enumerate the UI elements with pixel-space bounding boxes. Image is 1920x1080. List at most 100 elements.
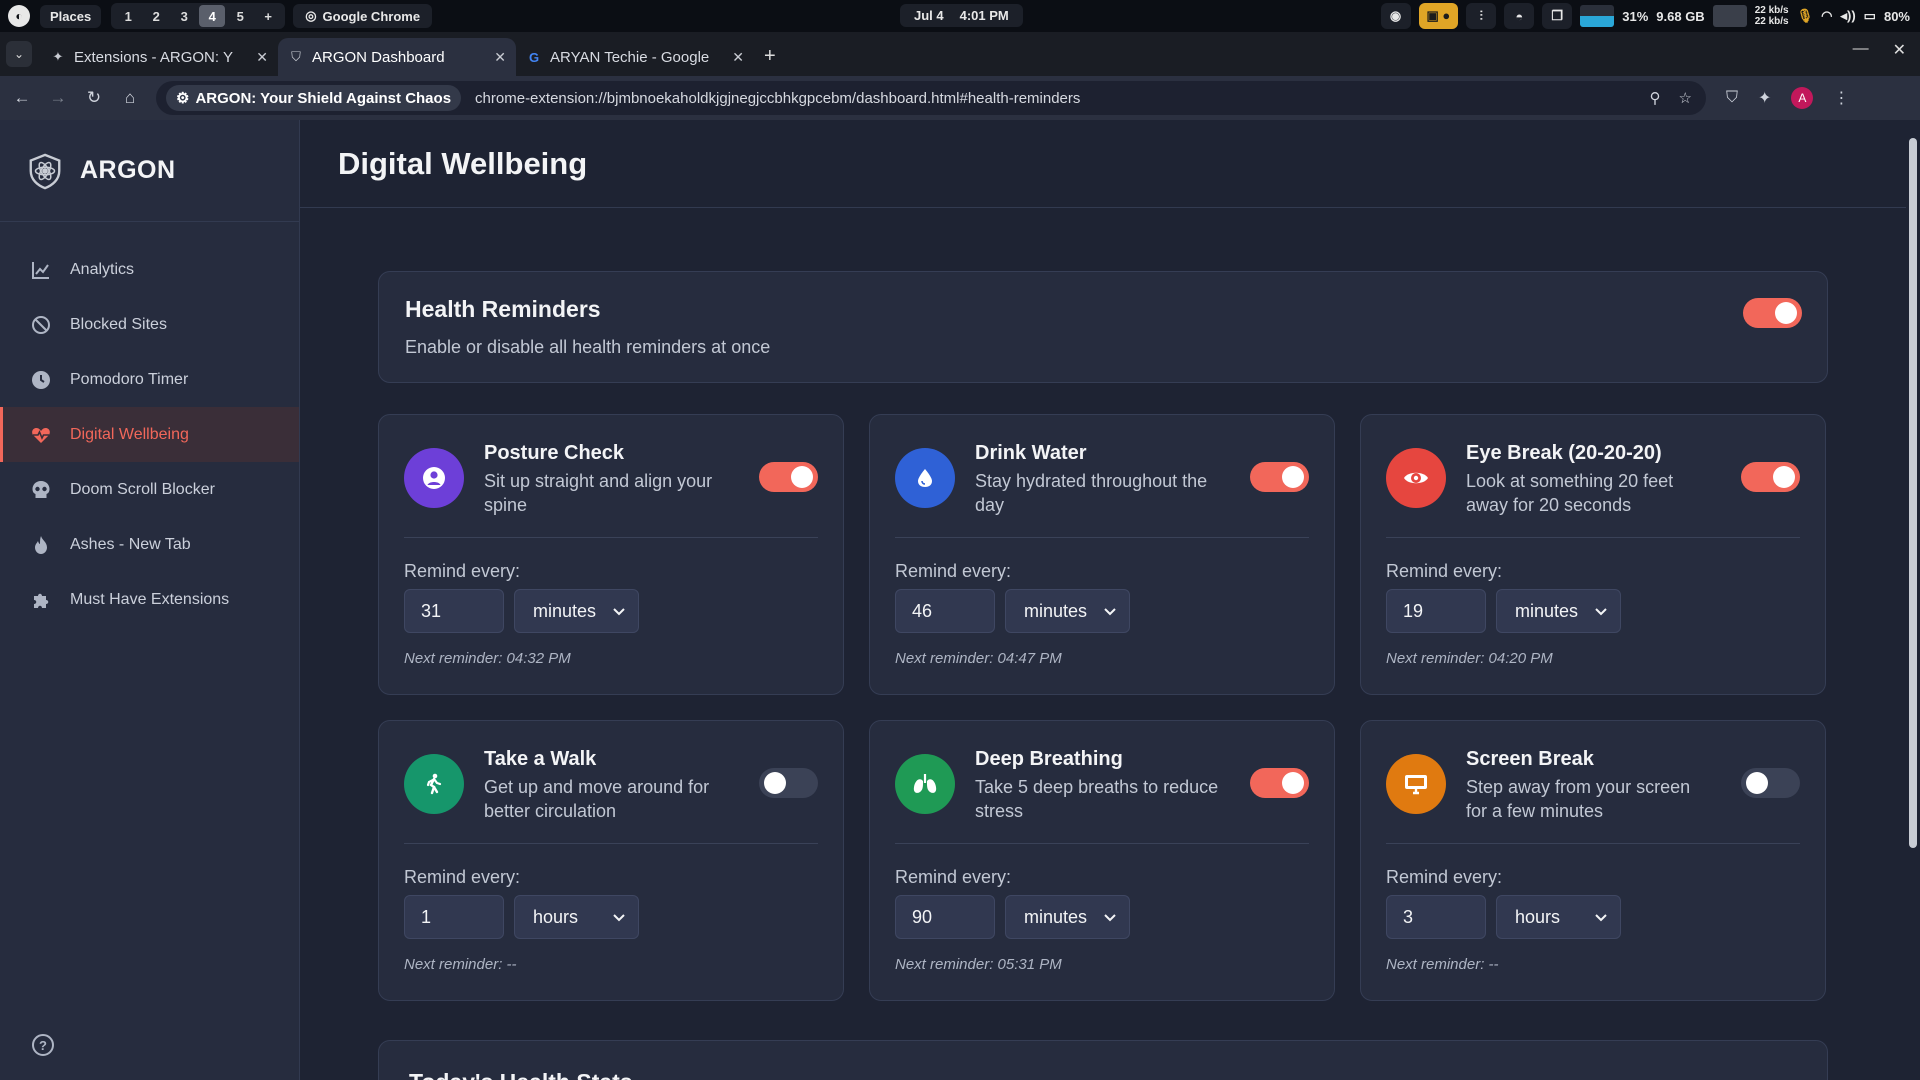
reminder-toggle[interactable] [1250, 768, 1309, 798]
interval-unit-select[interactable]: hours [1496, 895, 1621, 939]
site-info-chip[interactable]: ⚙ ARGON: Your Shield Against Chaos [166, 85, 462, 111]
home-icon[interactable]: ⌂ [112, 88, 148, 108]
interval-input[interactable]: 46 [895, 589, 995, 633]
scrollbar-thumb[interactable] [1909, 138, 1917, 848]
next-reminder: Next reminder: -- [1386, 956, 1499, 973]
cpu-usage: 31% [1622, 8, 1649, 24]
interval-input[interactable]: 90 [895, 895, 995, 939]
volume-icon[interactable]: ◂)) [1840, 8, 1855, 24]
tab-aryan-techie[interactable]: G ARYAN Techie - Google ✕ [516, 38, 754, 76]
interval-input[interactable]: 3 [1386, 895, 1486, 939]
interval-unit-select[interactable]: minutes [1005, 589, 1130, 633]
reminder-toggle[interactable] [759, 768, 818, 798]
extensions-puzzle-icon[interactable]: ✦ [1758, 88, 1771, 108]
next-reminder: Next reminder: -- [404, 956, 517, 973]
reminder-toggle[interactable] [759, 462, 818, 492]
workspace-5[interactable]: 5 [227, 5, 253, 27]
reminder-description: Take 5 deep breaths to reduce stress [975, 777, 1219, 821]
reminder-toggle[interactable] [1741, 768, 1800, 798]
screen-record-icon[interactable]: ▣ ● [1418, 3, 1459, 29]
workspace-4[interactable]: 4 [199, 5, 226, 27]
close-icon[interactable]: ✕ [732, 49, 744, 66]
tab-search-button[interactable]: ⌄ [6, 41, 32, 67]
url-text[interactable]: chrome-extension://bjmbnoekaholdkjgjnegj… [475, 90, 1080, 107]
new-tab-button[interactable]: + [764, 45, 776, 68]
sidebar-item-label: Doom Scroll Blocker [70, 480, 215, 498]
sidebar-item-doom-scroll-blocker[interactable]: Doom Scroll Blocker [0, 462, 299, 517]
reminder-description: Get up and move around for better circul… [484, 777, 710, 821]
unit-value: minutes [533, 600, 597, 621]
discord-icon[interactable]: ◓ [1504, 3, 1535, 29]
interval-unit-select[interactable]: hours [514, 895, 639, 939]
os-logo-icon[interactable]: ◐ [8, 5, 30, 27]
tab-extensions[interactable]: ✦ Extensions - ARGON: Y ✕ [40, 38, 278, 76]
forward-arrow-icon[interactable]: → [40, 88, 76, 108]
sidebar-item-label: Blocked Sites [70, 315, 167, 333]
reminder-card-screen-break: Screen Break Step away from your screen … [1360, 720, 1826, 1001]
bookmark-star-icon[interactable]: ☆ [1679, 89, 1692, 107]
os-places-button[interactable]: Places [40, 4, 102, 28]
chevron-down-icon [613, 608, 625, 616]
workspace-switcher: 1 2 3 4 5 + [111, 3, 286, 29]
close-icon[interactable]: ✕ [494, 49, 506, 66]
reminder-title: Eye Break (20-20-20) [1466, 442, 1662, 464]
sidebar-item-ashes-new-tab[interactable]: Ashes - New Tab [0, 517, 299, 572]
workspace-2[interactable]: 2 [143, 5, 169, 27]
interval-input[interactable]: 31 [404, 589, 504, 633]
clipboard-icon[interactable]: ❐ [1542, 3, 1573, 29]
interval-input[interactable]: 1 [404, 895, 504, 939]
help-icon[interactable]: ? [32, 1034, 54, 1056]
page-scrollbar[interactable] [1906, 120, 1920, 1080]
reminder-card-deep-breathing: Deep Breathing Take 5 deep breaths to re… [869, 720, 1335, 1001]
water-drop-icon [895, 448, 955, 508]
close-window-icon[interactable]: ✕ [1893, 40, 1906, 60]
cpu-graph [1580, 5, 1615, 27]
wifi-icon[interactable]: ◠ [1821, 8, 1832, 24]
next-reminder: Next reminder: 04:32 PM [404, 650, 571, 667]
microphone-icon[interactable]: 🎙 [1797, 8, 1814, 24]
os-date: Jul 4 [914, 8, 944, 23]
minimize-icon[interactable]: — [1853, 40, 1869, 60]
remind-label: Remind every: [404, 867, 521, 887]
sidebar-item-analytics[interactable]: Analytics [0, 242, 299, 297]
reminder-description: Stay hydrated throughout the day [975, 471, 1208, 515]
os-clock[interactable]: Jul 4 4:01 PM [900, 4, 1023, 27]
aperture-icon[interactable]: ◉ [1380, 3, 1411, 29]
divider [895, 537, 1309, 538]
divider [404, 843, 818, 844]
reminder-toggle[interactable] [1250, 462, 1309, 492]
next-reminder: Next reminder: 04:20 PM [1386, 650, 1553, 667]
interval-unit-select[interactable]: minutes [514, 589, 639, 633]
interval-unit-select[interactable]: minutes [1496, 589, 1621, 633]
workspace-1[interactable]: 1 [115, 5, 141, 27]
zoom-icon[interactable]: ⚲ [1650, 89, 1661, 107]
sidebar-item-label: Pomodoro Timer [70, 370, 189, 388]
interval-unit-select[interactable]: minutes [1005, 895, 1130, 939]
profile-avatar[interactable]: A [1791, 87, 1814, 109]
chevron-down-icon [1595, 608, 1607, 616]
sidebar-item-must-have-extensions[interactable]: Must Have Extensions [0, 572, 299, 627]
master-toggle[interactable] [1743, 298, 1802, 328]
argon-extension-icon[interactable]: ⛉ [1726, 89, 1738, 107]
close-icon[interactable]: ✕ [256, 49, 268, 66]
unit-value: hours [1515, 906, 1561, 927]
battery-icon[interactable]: ▭ [1864, 8, 1876, 24]
sidebar-item-blocked-sites[interactable]: Blocked Sites [0, 297, 299, 352]
address-bar[interactable]: ⚙ ARGON: Your Shield Against Chaos chrom… [156, 81, 1706, 115]
interval-input[interactable]: 19 [1386, 589, 1486, 633]
workspace-3[interactable]: 3 [171, 5, 197, 27]
equalizer-icon[interactable]: ⫶ [1466, 3, 1497, 29]
master-title: Health Reminders [405, 296, 601, 322]
active-app-indicator[interactable]: ◎ Google Chrome [293, 4, 433, 28]
reload-icon[interactable]: ↻ [76, 88, 112, 108]
reminder-toggle[interactable] [1741, 462, 1800, 492]
menu-kebab-icon[interactable]: ⋮ [1833, 88, 1849, 108]
workspace-add[interactable]: + [255, 5, 281, 27]
user-circle-icon [404, 448, 464, 508]
sidebar-item-pomodoro-timer[interactable]: Pomodoro Timer [0, 352, 299, 407]
back-arrow-icon[interactable]: ← [4, 88, 40, 108]
sidebar-item-digital-wellbeing[interactable]: Digital Wellbeing [0, 407, 299, 462]
master-description: Enable or disable all health reminders a… [405, 337, 771, 357]
reminder-title: Screen Break [1466, 748, 1594, 770]
tab-argon-dashboard[interactable]: ⛉ ARGON Dashboard ✕ [278, 38, 516, 76]
